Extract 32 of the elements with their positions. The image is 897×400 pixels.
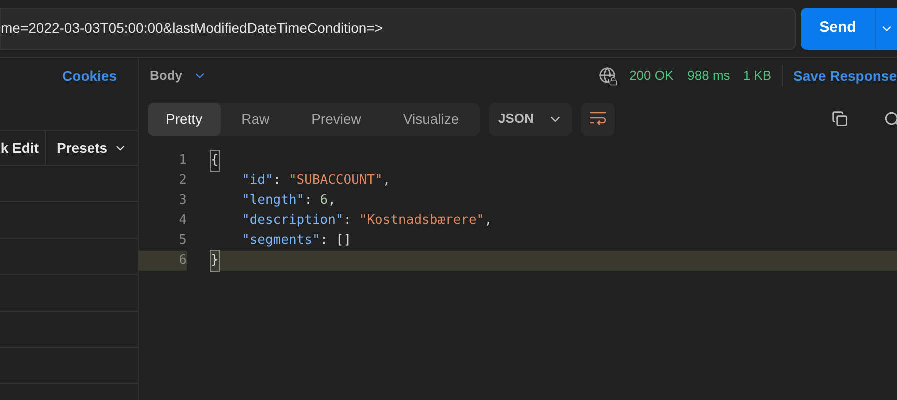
response-time: 988 ms [688, 67, 730, 86]
format-dropdown[interactable]: JSON [489, 102, 572, 136]
code-text: "id": "SUBACCOUNT", [241, 172, 392, 190]
view-tab[interactable]: Pretty [148, 102, 221, 136]
presets-dropdown[interactable]: Presets [46, 131, 138, 165]
line-number: 3 [178, 192, 187, 210]
response-size: 1 KB [743, 67, 772, 86]
line-number: 2 [178, 172, 187, 190]
code-text: "segments": [] [241, 232, 353, 250]
url-field[interactable]: me=2022-03-03T05:00:00&lastModifiedDateTimeCondition=> [0, 8, 796, 50]
code-text: "length": 6, [241, 192, 337, 210]
search-icon[interactable] [884, 110, 897, 128]
line-number: 6 [139, 251, 187, 271]
send-button[interactable]: Send [801, 8, 875, 50]
line-number: 4 [178, 212, 187, 230]
save-response-button[interactable]: Save Response [794, 66, 897, 86]
view-tab[interactable]: Visualize [382, 102, 480, 136]
line-number: 1 [178, 152, 187, 170]
view-tab[interactable]: Preview [290, 102, 382, 136]
globe-lock-icon [598, 66, 618, 86]
body-dropdown[interactable]: Body [150, 66, 206, 86]
wrap-button[interactable] [581, 102, 616, 136]
status-text: 200 OK [630, 67, 674, 86]
code-text: "description": "Kostnadsbærere", [241, 212, 494, 230]
wrap-lines-icon [589, 112, 608, 126]
bulk-edit-header[interactable]: k Edit [0, 131, 46, 165]
code-text: } [210, 251, 897, 271]
cookies-link[interactable]: Cookies [62, 66, 117, 87]
copy-icon[interactable] [832, 111, 848, 127]
code-text: { [210, 151, 897, 171]
view-tab[interactable]: Raw [220, 102, 291, 136]
line-number: 5 [178, 232, 187, 250]
